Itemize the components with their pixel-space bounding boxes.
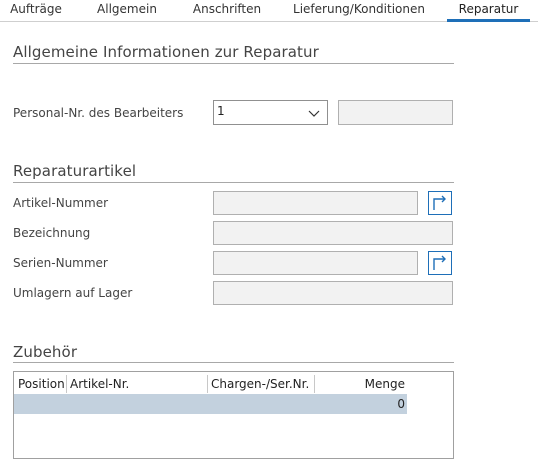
section-title-general: Allgemeine Informationen zur Reparatur — [13, 43, 319, 61]
section-title-accessories: Zubehör — [13, 343, 78, 361]
column-header-position[interactable]: Position — [18, 375, 65, 393]
serial-number-field[interactable] — [213, 251, 418, 275]
description-field[interactable] — [213, 221, 453, 245]
goto-arrow-icon — [433, 255, 446, 270]
column-header-article-number[interactable]: Artikel-Nr. — [66, 375, 129, 393]
personal-number-value: 1 — [217, 104, 225, 118]
tab-auftraege[interactable]: Aufträge — [0, 0, 72, 22]
personal-number-label: Personal-Nr. des Bearbeiters — [13, 106, 184, 120]
column-header-batch-serial[interactable]: Chargen-/Ser.Nr. — [207, 375, 309, 393]
goto-arrow-icon — [433, 195, 446, 210]
column-header-quantity[interactable]: Menge — [314, 375, 407, 393]
article-number-field[interactable] — [213, 191, 418, 215]
section-divider — [13, 362, 454, 363]
tab-lieferung-konditionen[interactable]: Lieferung/Konditionen — [285, 0, 433, 22]
personal-number-dropdown[interactable]: 1 — [213, 100, 328, 125]
serial-number-goto-button[interactable] — [428, 251, 452, 275]
quantity-cell: 0 — [397, 397, 405, 411]
tab-anschriften[interactable]: Anschriften — [182, 0, 272, 22]
accessories-table[interactable]: Position Artikel-Nr. Chargen-/Ser.Nr. Me… — [13, 371, 454, 459]
article-number-goto-button[interactable] — [428, 191, 452, 215]
tab-allgemein[interactable]: Allgemein — [86, 0, 168, 22]
chevron-down-icon — [308, 110, 320, 117]
tab-reparatur[interactable]: Reparatur — [447, 0, 530, 22]
description-label: Bezeichnung — [13, 226, 91, 240]
relocate-storage-field[interactable] — [213, 281, 453, 305]
relocate-storage-label: Umlagern auf Lager — [13, 286, 133, 300]
serial-number-label: Serien-Nummer — [13, 256, 108, 270]
section-title-article: Reparaturartikel — [13, 162, 137, 180]
section-divider — [13, 63, 454, 64]
section-divider — [13, 182, 454, 183]
personal-name-field[interactable] — [338, 100, 453, 125]
table-row[interactable]: 0 — [14, 394, 407, 414]
tab-bar: Aufträge Allgemein Anschriften Lieferung… — [0, 0, 538, 22]
article-number-label: Artikel-Nummer — [13, 196, 109, 210]
